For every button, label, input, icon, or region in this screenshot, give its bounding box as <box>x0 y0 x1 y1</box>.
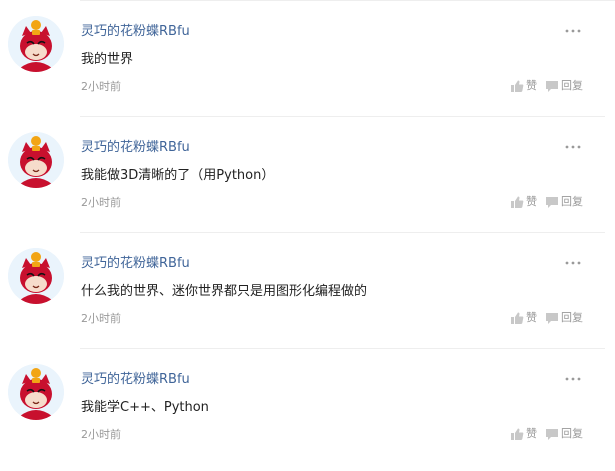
username[interactable]: 灵巧的花粉蝶RBfu <box>81 255 190 273</box>
timestamp: 2小时前 <box>81 80 121 93</box>
comment-text: 我能做3D清晰的了（用Python） <box>81 168 275 183</box>
comment-item: 灵巧的花粉蝶RBfu 我能学C++、Python 2小时前 赞 回复 <box>0 349 615 465</box>
more-dots-icon[interactable] <box>564 370 582 388</box>
timestamp: 2小时前 <box>81 196 121 209</box>
like-button[interactable]: 赞 <box>510 426 537 442</box>
thumbs-up-icon <box>511 196 524 208</box>
username[interactable]: 灵巧的花粉蝶RBfu <box>81 371 190 389</box>
more-dots-icon[interactable] <box>564 254 582 272</box>
like-label: 赞 <box>526 427 537 440</box>
comment-item: 灵巧的花粉蝶RBfu 什么我的世界、迷你世界都只是用图形化编程做的 2小时前 赞… <box>0 233 615 349</box>
like-label: 赞 <box>526 195 537 208</box>
user-avatar[interactable] <box>8 364 64 420</box>
reply-label: 回复 <box>561 427 583 440</box>
comment-actions: 赞 回复 <box>510 194 583 210</box>
comment-item: 灵巧的花粉蝶RBfu 我的世界 2小时前 赞 回复 <box>0 1 615 117</box>
like-button[interactable]: 赞 <box>510 78 537 94</box>
comment-text: 我能学C++、Python <box>81 400 209 415</box>
comment-actions: 赞 回复 <box>510 78 583 94</box>
reply-label: 回复 <box>561 195 583 208</box>
comment-actions: 赞 回复 <box>510 426 583 442</box>
user-avatar[interactable] <box>8 132 64 188</box>
reply-icon <box>546 429 558 440</box>
timestamp: 2小时前 <box>81 312 121 325</box>
cartoon-cat-avatar-icon <box>8 16 64 72</box>
reply-button[interactable]: 回复 <box>545 310 583 326</box>
comment-item: 灵巧的花粉蝶RBfu 我能做3D清晰的了（用Python） 2小时前 赞 回复 <box>0 117 615 233</box>
comment-text: 什么我的世界、迷你世界都只是用图形化编程做的 <box>81 284 368 299</box>
comment-feed: 灵巧的花粉蝶RBfu 我的世界 2小时前 赞 回复 灵巧的花粉蝶RBfu 我能做… <box>0 0 615 471</box>
comment-text: 我的世界 <box>81 52 134 67</box>
thumbs-up-icon <box>511 312 524 324</box>
reply-icon <box>546 197 558 208</box>
more-dots-icon[interactable] <box>564 138 582 156</box>
reply-icon <box>546 313 558 324</box>
cartoon-cat-avatar-icon <box>8 132 64 188</box>
username[interactable]: 灵巧的花粉蝶RBfu <box>81 23 190 41</box>
timestamp: 2小时前 <box>81 428 121 441</box>
reply-label: 回复 <box>561 311 583 324</box>
thumbs-up-icon <box>511 428 524 440</box>
cartoon-cat-avatar-icon <box>8 248 64 304</box>
user-avatar[interactable] <box>8 248 64 304</box>
like-button[interactable]: 赞 <box>510 194 537 210</box>
thumbs-up-icon <box>511 80 524 92</box>
username[interactable]: 灵巧的花粉蝶RBfu <box>81 139 190 157</box>
cartoon-cat-avatar-icon <box>8 364 64 420</box>
reply-button[interactable]: 回复 <box>545 78 583 94</box>
like-label: 赞 <box>526 311 537 324</box>
reply-button[interactable]: 回复 <box>545 426 583 442</box>
comment-actions: 赞 回复 <box>510 310 583 326</box>
like-label: 赞 <box>526 79 537 92</box>
more-dots-icon[interactable] <box>564 22 582 40</box>
reply-label: 回复 <box>561 79 583 92</box>
like-button[interactable]: 赞 <box>510 310 537 326</box>
user-avatar[interactable] <box>8 16 64 72</box>
reply-icon <box>546 81 558 92</box>
reply-button[interactable]: 回复 <box>545 194 583 210</box>
